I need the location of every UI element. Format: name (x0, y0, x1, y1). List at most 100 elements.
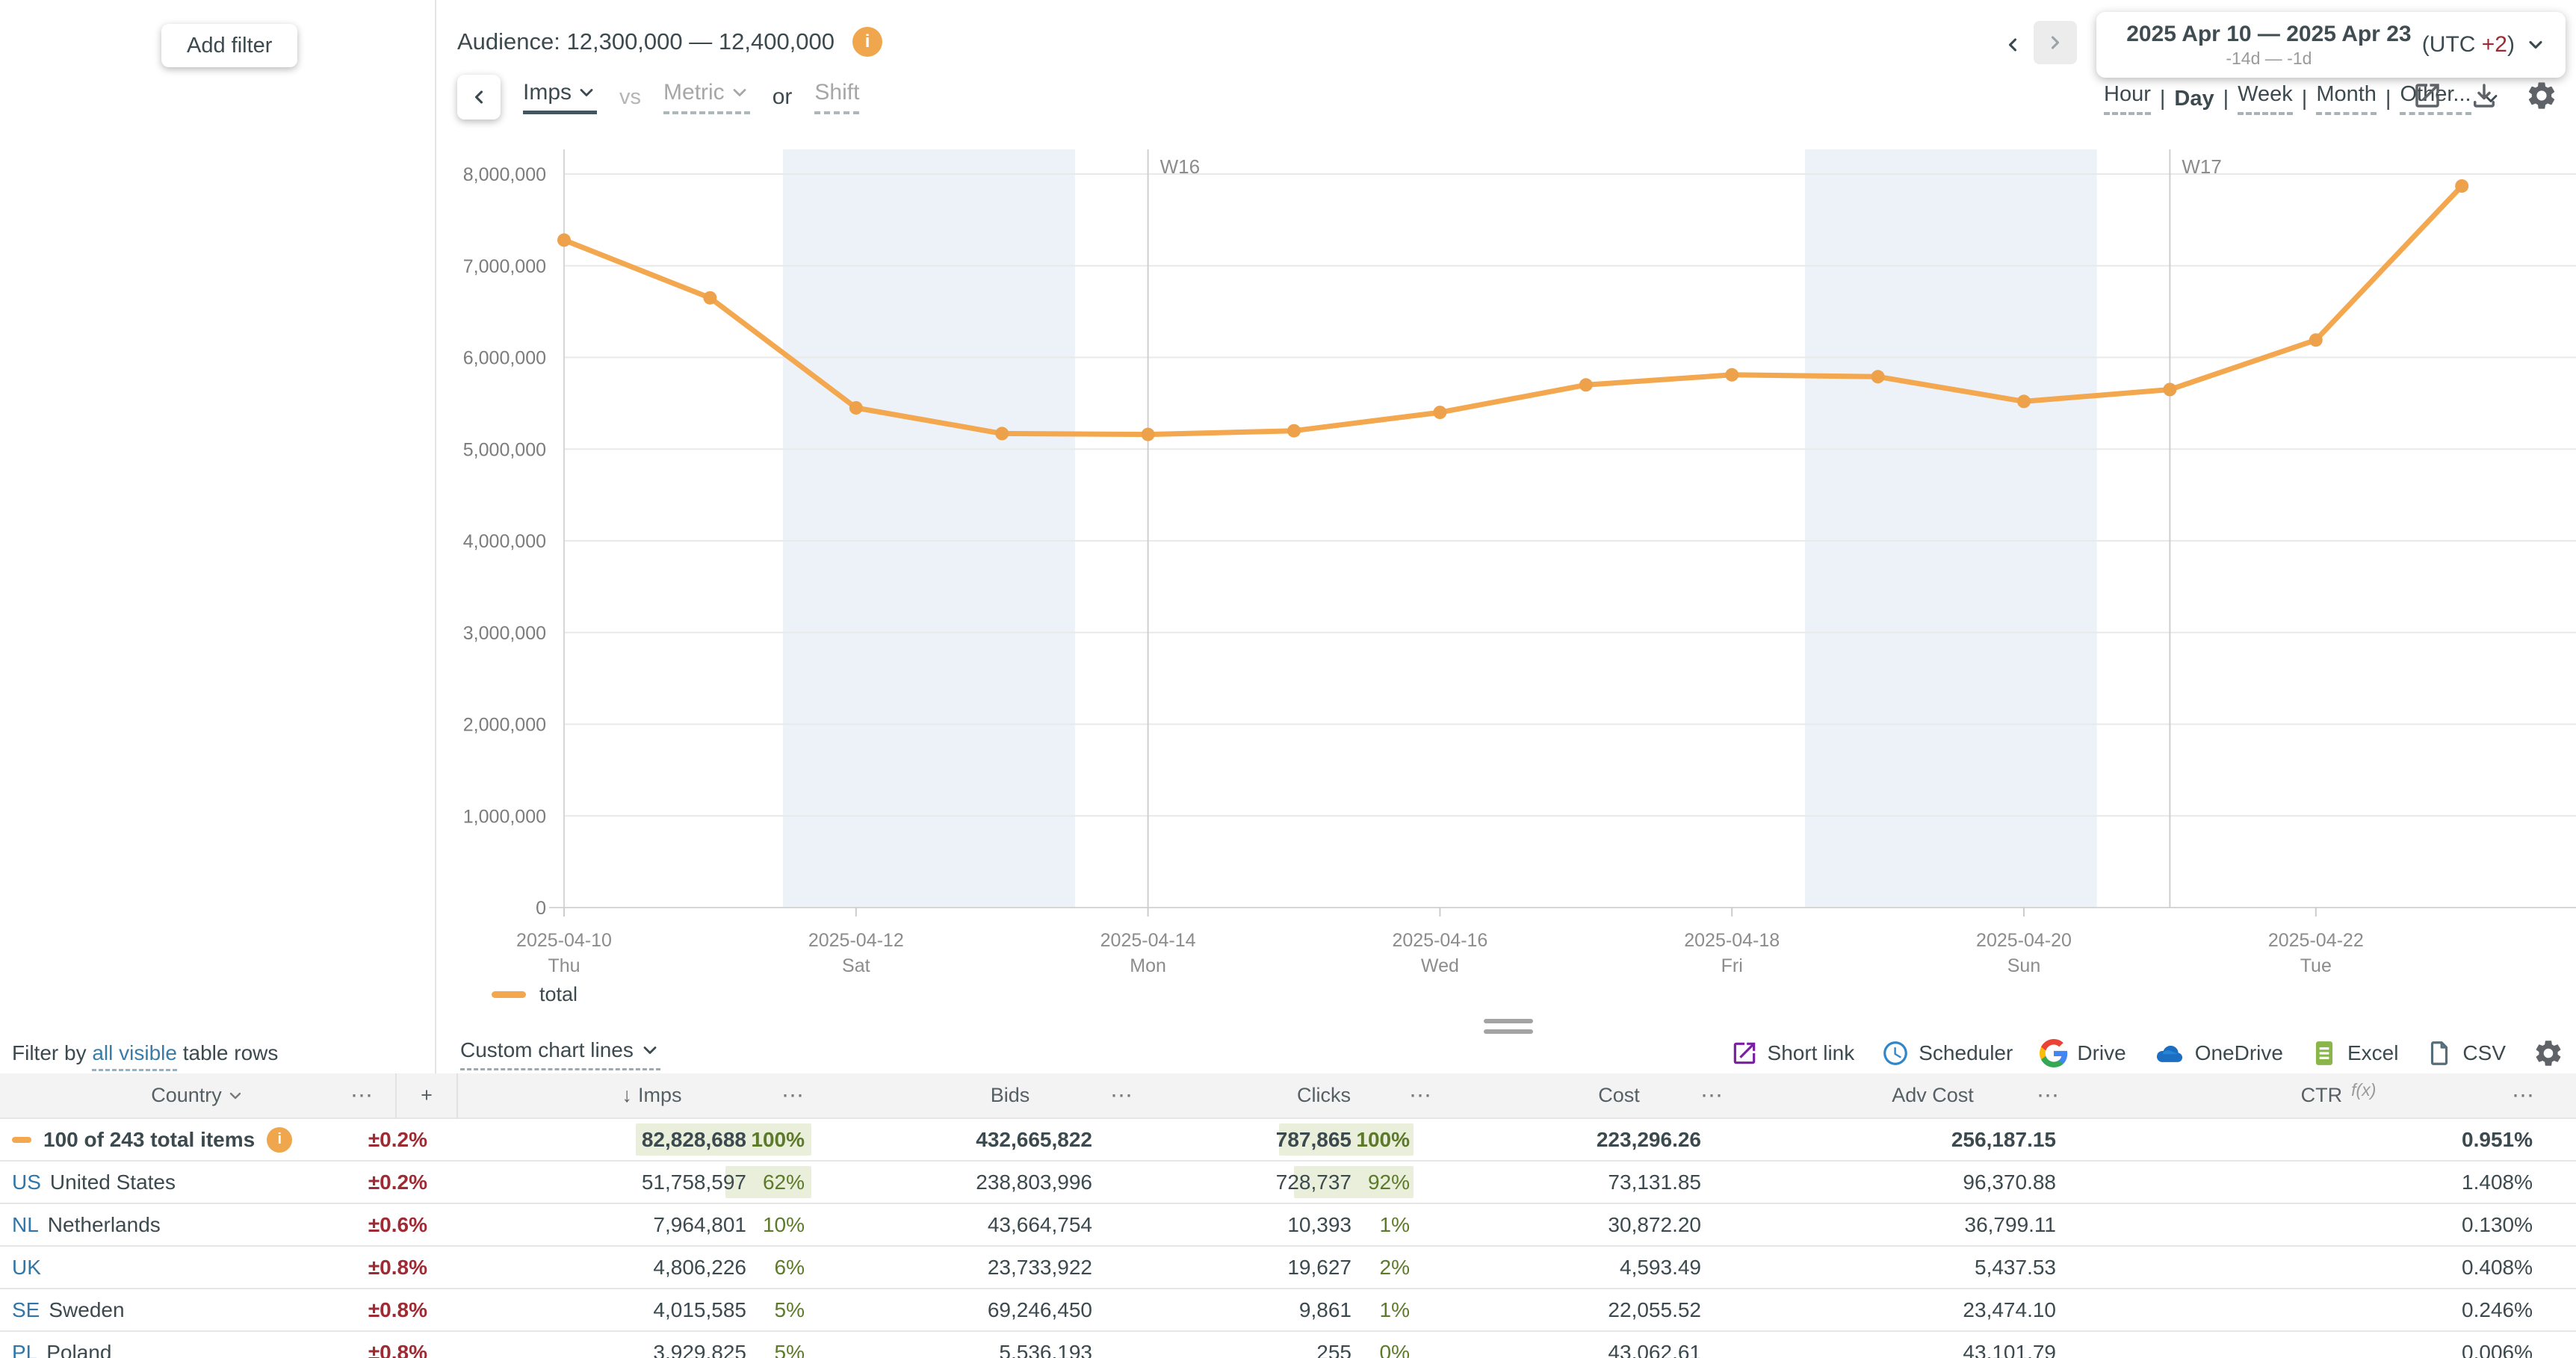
ctr-cell: 0.130% (2101, 1203, 2576, 1246)
all-visible-link[interactable]: all visible (92, 1041, 177, 1071)
column-header-bids[interactable]: Bids ⋯ (846, 1073, 1174, 1118)
table-row[interactable]: PLPoland±0.8%3,929,8255%5,536,1932550%43… (0, 1331, 2576, 1358)
onedrive-button[interactable]: OneDrive (2153, 1037, 2283, 1070)
country-cell[interactable]: NLNetherlands±0.6% (0, 1203, 457, 1246)
clicks-cell: 9,8611% (1174, 1289, 1473, 1331)
chevron-right-icon (2045, 32, 2066, 53)
excel-button[interactable]: Excel (2310, 1039, 2398, 1067)
percent-of-total: 62% (746, 1171, 805, 1194)
y-axis-tick: 2,000,000 (463, 715, 546, 736)
country-cell[interactable]: PLPoland±0.8% (0, 1331, 457, 1358)
country-code-link[interactable]: US (12, 1171, 41, 1194)
x-axis-tick-dow: Mon (1130, 955, 1166, 976)
add-column-button[interactable]: + (396, 1073, 457, 1118)
country-code-link[interactable]: PL (12, 1341, 37, 1358)
column-header-adv-cost[interactable]: Adv Cost ⋯ (1765, 1073, 2101, 1118)
export-bar: Short link Scheduler Drive OneDrive Exce… (1730, 1037, 2564, 1070)
table-settings-gear-icon[interactable] (2533, 1038, 2564, 1069)
percent-of-total: 2% (1352, 1256, 1410, 1280)
chevron-left-icon (2002, 34, 2023, 55)
settings-gear-icon[interactable] (2525, 79, 2558, 112)
country-code-link[interactable]: NL (12, 1213, 39, 1237)
percent-of-total: 1% (1352, 1298, 1410, 1322)
x-axis-tick-dow: Tue (2300, 955, 2332, 976)
resize-drag-handle[interactable] (1484, 1019, 1533, 1040)
custom-chart-lines-label: Custom chart lines (460, 1038, 634, 1062)
metric-dropdown[interactable]: Imps (523, 80, 597, 114)
cost-cell: 22,055.52 (1473, 1289, 1765, 1331)
date-range-relative: -14d — -1d (2116, 49, 2422, 69)
info-icon[interactable]: i (267, 1127, 292, 1153)
week-marker-label: W16 (1160, 155, 1200, 178)
column-menu-icon[interactable]: ⋯ (2512, 1082, 2536, 1109)
chart-legend[interactable]: total (492, 983, 578, 1006)
chart-back-button[interactable] (457, 75, 501, 120)
column-menu-icon[interactable]: ⋯ (350, 1082, 374, 1109)
table-row[interactable]: 100 of 243 total itemsi±0.2%82,828,68810… (0, 1118, 2576, 1161)
country-code-link[interactable]: UK (12, 1256, 41, 1280)
separator: | (2385, 87, 2391, 111)
column-menu-icon[interactable]: ⋯ (1700, 1082, 1724, 1109)
bids-cell: 23,733,922 (846, 1246, 1174, 1289)
shift-toggle[interactable]: Shift (814, 80, 859, 114)
column-header-cost[interactable]: Cost ⋯ (1473, 1073, 1765, 1118)
data-point (2455, 179, 2468, 193)
column-header-ctr[interactable]: CTRf(x) ⋯ (2101, 1073, 2576, 1118)
date-range-picker[interactable]: 2025 Apr 10 — 2025 Apr 23 -14d — -1d (UT… (2096, 12, 2566, 78)
column-menu-icon[interactable]: ⋯ (781, 1082, 805, 1109)
granularity-day[interactable]: Day (2174, 87, 2214, 111)
custom-chart-lines-dropdown[interactable]: Custom chart lines (460, 1038, 660, 1070)
x-axis-tick-date: 2025-04-16 (1392, 930, 1487, 951)
imps-cell: 82,828,688100% (457, 1118, 846, 1161)
shift-label: Shift (814, 80, 859, 105)
y-axis-tick: 0 (536, 898, 546, 919)
google-drive-button[interactable]: Drive (2040, 1039, 2125, 1067)
csv-button[interactable]: CSV (2425, 1039, 2506, 1067)
audience-label: Audience: 12,300,000 — 12,400,000 (457, 28, 835, 55)
granularity-month[interactable]: Month (2316, 82, 2377, 115)
data-point (1287, 424, 1301, 438)
metric-dropdown-label: Imps (523, 80, 572, 105)
x-axis-tick-date: 2025-04-14 (1100, 930, 1196, 951)
country-cell[interactable]: SESweden±0.8% (0, 1289, 457, 1331)
table-row[interactable]: UK±0.8%4,806,2266%23,733,92219,6272%4,59… (0, 1246, 2576, 1289)
download-icon[interactable] (2468, 80, 2500, 111)
granularity-hour[interactable]: Hour (2104, 82, 2151, 115)
granularity-week[interactable]: Week (2238, 82, 2293, 115)
short-link-button[interactable]: Short link (1730, 1039, 1855, 1067)
clicks-cell: 10,3931% (1174, 1203, 1473, 1246)
column-menu-icon[interactable]: ⋯ (1110, 1082, 1134, 1109)
table-header-row: Country ⋯ + ↓Imps ⋯ Bids ⋯ Clicks ⋯ Cost… (0, 1073, 2576, 1118)
column-menu-icon[interactable]: ⋯ (1409, 1082, 1433, 1109)
table-row[interactable]: NLNetherlands±0.6%7,964,80110%43,664,754… (0, 1203, 2576, 1246)
next-date-range-button[interactable] (2034, 21, 2077, 64)
audience-header: Audience: 12,300,000 — 12,400,000 i (457, 27, 882, 57)
previous-date-range-button[interactable] (1996, 28, 2029, 61)
country-name: Poland (46, 1341, 111, 1358)
sampling-error: ±0.8% (368, 1256, 427, 1280)
table-row[interactable]: SESweden±0.8%4,015,5855%69,246,4509,8611… (0, 1289, 2576, 1331)
scheduler-button[interactable]: Scheduler (1881, 1039, 2013, 1067)
country-cell[interactable]: 100 of 243 total itemsi±0.2% (0, 1118, 457, 1161)
excel-file-icon (2310, 1039, 2338, 1067)
table-row[interactable]: USUnited States±0.2%51,758,59762%238,803… (0, 1161, 2576, 1203)
country-cell[interactable]: USUnited States±0.2% (0, 1161, 457, 1203)
column-menu-icon[interactable]: ⋯ (2037, 1082, 2061, 1109)
chart-svg[interactable]: W16W1701,000,0002,000,0003,000,0004,000,… (435, 127, 2576, 1098)
bids-cell: 69,246,450 (846, 1289, 1174, 1331)
column-header-imps[interactable]: ↓Imps ⋯ (457, 1073, 846, 1118)
compare-metric-dropdown[interactable]: Metric (663, 80, 750, 114)
country-cell[interactable]: UK ±0.8% (0, 1246, 457, 1289)
y-axis-tick: 4,000,000 (463, 531, 546, 552)
column-header-country[interactable]: Country ⋯ (0, 1073, 396, 1118)
column-header-clicks[interactable]: Clicks ⋯ (1174, 1073, 1473, 1118)
percent-of-total: 10% (746, 1213, 805, 1237)
percent-of-total: 0% (1352, 1341, 1410, 1358)
open-in-new-icon[interactable] (2412, 80, 2443, 111)
x-axis-tick-date: 2025-04-10 (516, 930, 612, 951)
country-code-link[interactable]: SE (12, 1298, 40, 1322)
add-filter-button[interactable]: Add filter (161, 24, 297, 67)
info-icon[interactable]: i (852, 27, 882, 57)
data-point (1871, 370, 1885, 383)
adv-cell: 43,101.79 (1765, 1331, 2101, 1358)
